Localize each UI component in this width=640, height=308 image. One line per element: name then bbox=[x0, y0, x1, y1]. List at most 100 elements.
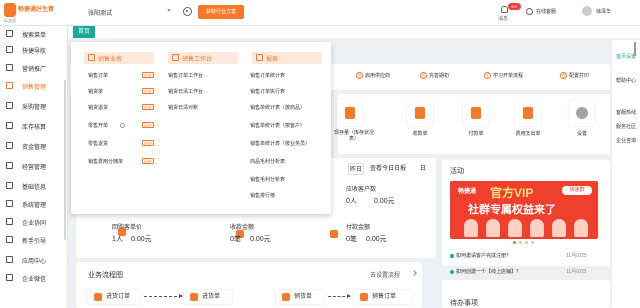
date-tab-report[interactable]: 查看今日日报 bbox=[370, 163, 406, 175]
menu-item-sales-order[interactable]: 销售订单 bbox=[88, 72, 108, 79]
float-consult[interactable]: 企业咨询 bbox=[612, 138, 640, 144]
person-icon bbox=[574, 219, 588, 237]
industry-plan-button[interactable]: 获取行业方案 bbox=[198, 5, 244, 19]
news-item[interactable]: 如何邀请客户完成注册？ bbox=[456, 252, 511, 259]
menu-item-sales-delivery[interactable]: 销货单 bbox=[88, 88, 103, 95]
username[interactable]: 徐泽华 bbox=[596, 8, 611, 15]
menu-item-report[interactable]: 销售订单统计表 bbox=[250, 72, 285, 79]
sales-order-icon bbox=[360, 293, 368, 301]
quick-action-settings[interactable]: 设置 bbox=[566, 100, 598, 146]
warehouse-icon bbox=[6, 122, 13, 129]
date-tab-day[interactable]: 日 bbox=[420, 163, 426, 175]
sidebar-item-apps[interactable]: 应用中心 bbox=[0, 252, 68, 268]
sidebar-item-basic-info[interactable]: 基础信息 bbox=[0, 178, 68, 194]
sidebar-item-label: 销售管理 bbox=[22, 85, 47, 91]
headset-icon bbox=[526, 8, 533, 15]
right-float-bar: 首页设置 帮助中心 客服热线 服务社区 企业咨询 bbox=[612, 40, 640, 308]
menu-item-sales-order-workbench[interactable]: 销售订单工作台 bbox=[168, 72, 203, 79]
menu-item-daily-clear-reconcile[interactable]: 销货日清对账 bbox=[168, 104, 198, 111]
box-icon bbox=[6, 102, 13, 109]
menu-item-sales-return[interactable]: 销货退货 bbox=[88, 104, 108, 111]
sidebar-item-label: 资金管理 bbox=[22, 145, 47, 151]
repurchase-label: 回购客单价 bbox=[112, 225, 143, 231]
quick-action-expense[interactable]: 费用支出单 bbox=[512, 100, 544, 146]
menu-item-daily-clear-workbench[interactable]: 销货日清工作台 bbox=[168, 88, 203, 95]
sidebar-item-shortcut[interactable]: 快捷导航 bbox=[0, 42, 68, 58]
history-tag[interactable]: 历史 bbox=[142, 158, 154, 164]
person-icon bbox=[486, 219, 500, 237]
menu-item-retail-return[interactable]: 零售退货 bbox=[88, 140, 108, 147]
menu-item-report[interactable]: 销售排行榜 bbox=[250, 192, 275, 199]
pagination-dot[interactable] bbox=[531, 241, 534, 244]
sidebar-item-purchase[interactable]: 采购管理 bbox=[0, 98, 68, 114]
quick-action-receipt[interactable]: 收款单 bbox=[404, 100, 436, 146]
sidebar-item-guide[interactable]: 新手引导 bbox=[0, 232, 68, 248]
step-item[interactable]: 6 完善期初 bbox=[420, 72, 449, 82]
sidebar-item-collab[interactable]: 企业协同 bbox=[0, 214, 68, 230]
sidebar-item-label: 基础信息 bbox=[22, 185, 47, 191]
float-community[interactable]: 服务社区 bbox=[612, 124, 640, 130]
sidebar-item-operations[interactable]: 经营管理 bbox=[0, 158, 68, 174]
menu-item-sales-expense-allocation[interactable]: 销售费用分摊单 bbox=[88, 158, 123, 165]
sidebar-item-wechat[interactable]: 企业微信 bbox=[0, 270, 68, 286]
step-item[interactable]: 8 配置打印 bbox=[560, 72, 589, 82]
receivable-amount: 0.00元 bbox=[374, 198, 395, 205]
document-icon bbox=[88, 54, 95, 61]
sidebar-item-search[interactable]: 搜索菜单 bbox=[0, 26, 68, 42]
menu-item-report[interactable]: 销售单统计表（按业务员） bbox=[250, 140, 310, 147]
history-tag[interactable]: 历史 bbox=[142, 88, 154, 94]
person-icon bbox=[464, 219, 478, 237]
sidebar-item-funds[interactable]: 资金管理 bbox=[0, 138, 68, 154]
menu-item-report[interactable]: 商品毛利分析表 bbox=[250, 158, 285, 165]
sales-icon bbox=[282, 293, 290, 301]
step-number: 8 bbox=[560, 72, 567, 79]
chevron-down-icon[interactable] bbox=[167, 9, 171, 12]
pagination-dot[interactable] bbox=[513, 241, 516, 244]
flow-node-purchase[interactable]: 进货单 bbox=[184, 290, 232, 304]
activity-banner[interactable]: 畅捷通 官方VIP 快速群 社群专属权益来了 bbox=[450, 181, 598, 239]
info-icon[interactable] bbox=[120, 123, 125, 128]
step-item[interactable]: 7 学习开单流程 bbox=[484, 72, 523, 82]
date-tab-yesterday[interactable]: 昨日 bbox=[348, 163, 364, 175]
float-hotline[interactable]: 客服热线 bbox=[612, 110, 640, 116]
step-item[interactable]: 5 启用供应商 bbox=[356, 72, 390, 82]
online-service-button[interactable]: 在线客服 bbox=[536, 8, 556, 15]
menu-item-report[interactable]: 销售毛利分析表 bbox=[250, 176, 285, 183]
history-tag[interactable]: 历史 bbox=[142, 140, 154, 146]
tab-home[interactable]: 首页 bbox=[73, 26, 95, 38]
history-tag[interactable]: 历史 bbox=[142, 104, 154, 110]
quick-action-inventory[interactable]: 现存量（库存状况表） bbox=[334, 100, 374, 146]
flow-node-label: 销售订单 bbox=[372, 294, 397, 300]
news-item[interactable]: 如何创建一个【线上店铺】？ bbox=[456, 268, 521, 275]
news-date: 11月02日 bbox=[566, 253, 587, 259]
sidebar-item-system[interactable]: 系统管理 bbox=[0, 196, 68, 212]
menu-item-retail-order[interactable]: 零售开单 bbox=[88, 122, 108, 129]
logo[interactable]: 畅捷通好生意 标准版 bbox=[4, 3, 64, 23]
gear-icon[interactable] bbox=[183, 7, 192, 16]
purchase-icon bbox=[190, 293, 198, 301]
pagination-dot[interactable] bbox=[519, 241, 522, 244]
menu-column-label: 销售工作台 bbox=[182, 57, 213, 63]
sidebar-scrollbar[interactable] bbox=[64, 80, 66, 240]
pagination-dot[interactable] bbox=[525, 241, 528, 244]
history-tag[interactable]: 历史 bbox=[142, 122, 154, 128]
menu-item-report[interactable]: 销售单统计表（按商品） bbox=[250, 104, 305, 111]
float-help-center[interactable]: 帮助中心 bbox=[612, 78, 640, 84]
flow-node-sales[interactable]: 销货单 bbox=[276, 290, 324, 304]
menu-item-report[interactable]: 销售单统计表（按客户） bbox=[250, 122, 305, 129]
sidebar-item-marketing[interactable]: 营销推广 bbox=[0, 60, 68, 76]
sidebar-item-sales[interactable]: 销售管理 bbox=[0, 78, 68, 94]
quick-action-payment[interactable]: 付款单 bbox=[460, 100, 492, 146]
cart-icon bbox=[6, 82, 13, 89]
flow-node-purchase-order[interactable]: 进货订单 bbox=[88, 290, 140, 304]
float-scrollbar[interactable] bbox=[634, 42, 636, 56]
step-number: 6 bbox=[420, 72, 427, 79]
setup-flow-link[interactable]: 去设置流程 bbox=[370, 270, 400, 279]
menu-item-report[interactable]: 销售订单执行表 bbox=[250, 88, 285, 95]
flow-node-sales-order[interactable]: 销售订单 bbox=[354, 290, 412, 304]
avatar[interactable] bbox=[582, 6, 592, 16]
history-tag[interactable]: 历史 bbox=[142, 72, 154, 78]
company-selector[interactable]: 张阳测试 bbox=[88, 8, 112, 17]
date-tabs: 昨日 查看今日日报 日 bbox=[348, 163, 438, 175]
sidebar-item-inventory[interactable]: 库存核算 bbox=[0, 118, 68, 134]
